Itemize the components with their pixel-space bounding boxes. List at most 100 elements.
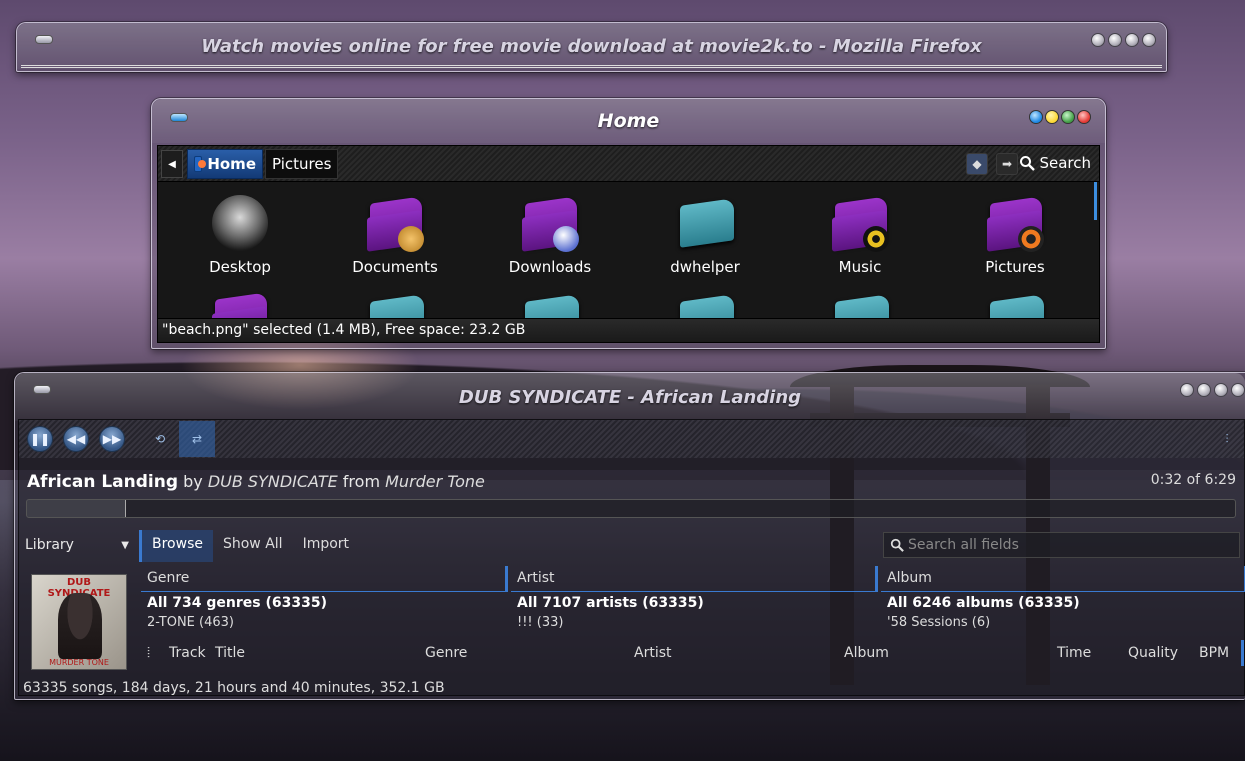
breadcrumb-home-label: Home [207, 155, 256, 173]
column-album[interactable]: Album [844, 645, 889, 661]
file-item-partial[interactable] [180, 288, 300, 318]
folder-icon [674, 288, 736, 318]
file-manager-menu-button[interactable] [170, 113, 188, 122]
file-item-pictures[interactable]: Pictures [955, 192, 1075, 276]
column-chooser-icon[interactable]: ⦙ [147, 645, 150, 661]
file-item-desktop[interactable]: Desktop [180, 192, 300, 276]
column-quality[interactable]: Quality [1128, 645, 1178, 661]
genre-header[interactable]: Genre [141, 566, 508, 592]
album-browser[interactable]: Album All 6246 albums (63335) '58 Sessio… [881, 566, 1245, 638]
search-icon [1020, 156, 1036, 171]
playback-time: 0:32 of 6:29 [1150, 472, 1236, 488]
genre-all-row[interactable]: All 734 genres (63335) [141, 592, 508, 614]
file-manager-titlebar[interactable]: Home [152, 99, 1105, 143]
firefox-close-button[interactable] [1142, 33, 1156, 47]
from-label: from [342, 472, 381, 491]
album-row[interactable]: '58 Sessions (6) [881, 614, 1245, 631]
cover-subtitle: MURDER TONE [49, 658, 109, 667]
file-item-music[interactable]: Music [800, 192, 920, 276]
equalizer-icon: ⫶ [1225, 431, 1229, 446]
artist-row[interactable]: !!! (33) [511, 614, 878, 631]
previous-button[interactable]: ◀◀ [63, 426, 89, 452]
repeat-button[interactable]: ⟲ [147, 426, 173, 452]
previous-icon: ◀◀ [66, 432, 86, 446]
pictures-folder-icon [984, 192, 1046, 254]
genre-browser[interactable]: Genre All 734 genres (63335) 2-TONE (463… [141, 566, 508, 638]
file-item-partial[interactable] [335, 288, 455, 318]
downloads-folder-icon [519, 192, 581, 254]
file-item-partial[interactable] [800, 288, 920, 318]
file-item-partial[interactable] [490, 288, 610, 318]
shuffle-button[interactable]: ⇄ [179, 421, 215, 457]
library-tabs: Browse Show All Import [139, 530, 359, 562]
album-header[interactable]: Album [881, 566, 1245, 592]
maximize-button[interactable] [1214, 383, 1228, 397]
search-placeholder: Search all fields [908, 537, 1019, 553]
firefox-window-buttons [1091, 33, 1156, 47]
location-back-button[interactable]: ◀ [161, 150, 183, 178]
source-selector[interactable]: Library ▼ [19, 530, 137, 560]
file-name: Desktop [209, 258, 271, 276]
desktop-icon [209, 192, 271, 254]
column-title[interactable]: Title [215, 645, 245, 661]
firefox-titlebar[interactable]: Watch movies online for free movie downl… [17, 23, 1166, 69]
forward-arrow-icon[interactable]: ➡ [996, 153, 1018, 175]
close-button[interactable] [1077, 110, 1091, 124]
file-item-partial[interactable] [645, 288, 765, 318]
minimize-button[interactable] [1197, 383, 1211, 397]
breadcrumb-pictures[interactable]: Pictures [265, 149, 339, 179]
breadcrumb-home[interactable]: Home [187, 149, 263, 179]
library-statusbar: 63335 songs, 184 days, 21 hours and 40 m… [23, 680, 445, 696]
album-cover: DUB SYNDICATE MURDER TONE [31, 574, 127, 670]
file-item-downloads[interactable]: Downloads [490, 192, 610, 276]
home-icon [194, 156, 207, 172]
column-genre[interactable]: Genre [425, 645, 467, 661]
back-arrow-icon[interactable]: ◆ [966, 153, 988, 175]
pause-icon: ❚❚ [29, 432, 51, 446]
column-bpm[interactable]: BPM [1199, 645, 1229, 661]
tab-browse[interactable]: Browse [142, 530, 213, 562]
column-artist[interactable]: Artist [634, 645, 672, 661]
folder-icon [674, 192, 736, 254]
file-name: Pictures [985, 258, 1045, 276]
library-search-input[interactable]: Search all fields [883, 532, 1240, 558]
firefox-shade-button[interactable] [1091, 33, 1105, 47]
file-manager-title: Home [597, 110, 660, 132]
genre-row[interactable]: 2-TONE (463) [141, 614, 508, 631]
music-player-title: DUB SYNDICATE - African Landing [458, 386, 802, 408]
firefox-maximize-button[interactable] [1125, 33, 1139, 47]
shade-button[interactable] [1180, 383, 1194, 397]
pause-button[interactable]: ❚❚ [27, 426, 53, 452]
close-button[interactable] [1231, 383, 1245, 397]
now-playing: African Landing by DUB SYNDICATE from Mu… [27, 472, 485, 492]
firefox-minimize-button[interactable] [1108, 33, 1122, 47]
tab-import[interactable]: Import [293, 530, 359, 562]
maximize-button[interactable] [1061, 110, 1075, 124]
equalizer-button[interactable]: ⫶ [1214, 426, 1240, 452]
seek-slider[interactable] [26, 499, 1236, 518]
file-manager-window-buttons [1029, 110, 1091, 124]
tab-show-all[interactable]: Show All [213, 530, 293, 562]
shuffle-icon: ⇄ [191, 432, 203, 446]
artist-browser[interactable]: Artist All 7107 artists (63335) !!! (33) [511, 566, 878, 638]
shade-button[interactable] [1029, 110, 1043, 124]
file-item-partial[interactable] [955, 288, 1075, 318]
search-button[interactable]: Search [1019, 154, 1091, 172]
column-time[interactable]: Time [1057, 645, 1091, 661]
music-player-menu-button[interactable] [33, 385, 51, 394]
chevron-down-icon: ▼ [121, 539, 129, 551]
album-all-row[interactable]: All 6246 albums (63335) [881, 592, 1245, 614]
minimize-button[interactable] [1045, 110, 1059, 124]
file-item-dwhelper[interactable]: dwhelper [645, 192, 765, 276]
firefox-menu-button[interactable] [35, 35, 53, 44]
artist-all-row[interactable]: All 7107 artists (63335) [511, 592, 878, 614]
file-grid-scrollbar[interactable] [1094, 182, 1097, 220]
music-player-titlebar[interactable]: DUB SYNDICATE - African Landing [15, 373, 1245, 421]
artist-header[interactable]: Artist [511, 566, 878, 592]
next-button[interactable]: ▶▶ [99, 426, 125, 452]
by-label: by [183, 472, 203, 491]
firefox-window: Watch movies online for free movie downl… [16, 22, 1167, 72]
music-player-window-buttons [1180, 383, 1245, 397]
file-item-documents[interactable]: Documents [335, 192, 455, 276]
column-track[interactable]: Track [169, 645, 206, 661]
